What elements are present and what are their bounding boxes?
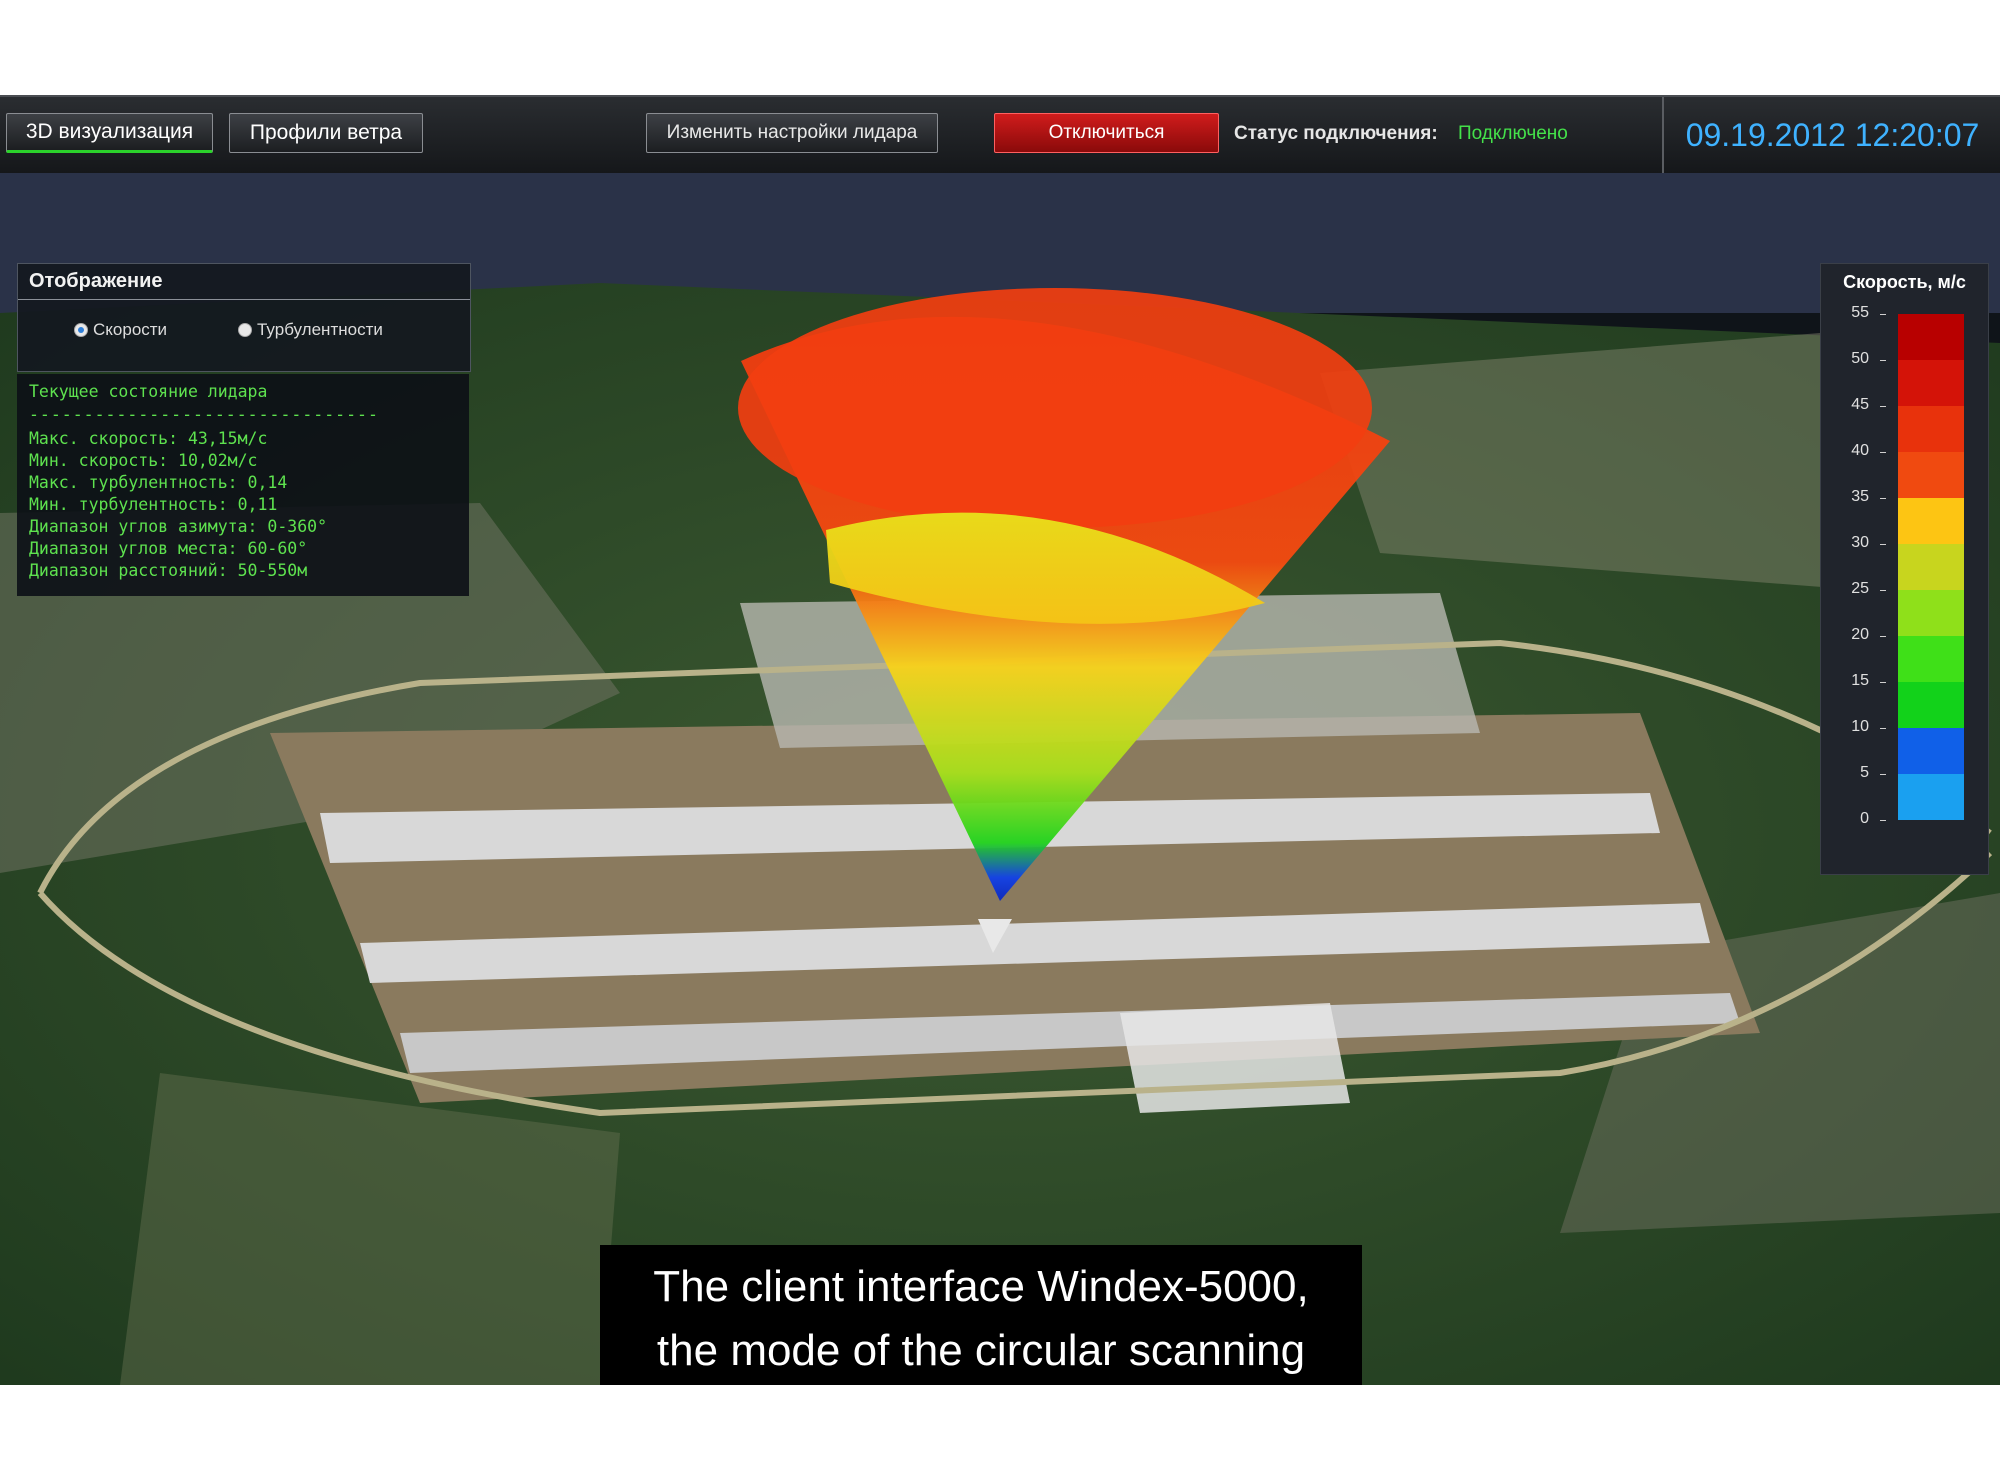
scan-cone-top <box>738 288 1372 528</box>
disconnect-button[interactable]: Отключиться <box>994 113 1219 153</box>
radio-turbulence[interactable]: Турбулентности <box>238 320 383 340</box>
radio-selected-icon[interactable] <box>74 323 88 337</box>
speed-color-legend: Скорость, м/с 55 50 45 40 35 30 25 20 15 10 5 0 <box>1820 263 1989 875</box>
legend-tick-label: 30 <box>1851 534 1869 551</box>
lidar-azimuth-range: Диапазон углов азимута: 0-360° <box>29 517 328 536</box>
legend-color-segment <box>1898 682 1964 728</box>
radio-unselected-icon[interactable] <box>238 323 252 337</box>
legend-tick-label: 55 <box>1851 304 1869 321</box>
legend-color-segment <box>1898 498 1964 544</box>
caption-line-2: the mode of the circular scanning <box>656 1326 1306 1375</box>
toolbar-divider <box>1662 97 1664 173</box>
lidar-status-panel: Текущее состояние лидара ---------------… <box>17 374 469 596</box>
display-mode-panel: Отображение Скорости Турбулентности <box>17 263 471 372</box>
legend-color-segment <box>1898 360 1964 406</box>
lidar-status-divider: -------------------------------- <box>29 405 379 424</box>
legend-tick-mark <box>1880 314 1886 315</box>
lidar-distance-range: Диапазон расстояний: 50-550м <box>29 561 308 580</box>
legend-tick-label: 5 <box>1860 764 1869 781</box>
panel-divider <box>18 299 470 300</box>
lidar-status-lines: Макс. скорость: 43,15м/с Мин. скорость: … <box>29 428 327 582</box>
tab-wind-profiles[interactable]: Профили ветра <box>229 113 423 153</box>
radio-turbulence-label: Турбулентности <box>257 320 383 339</box>
datetime-display: 09.19.2012 12:20:07 <box>1685 116 1980 153</box>
lidar-min-speed: Мин. скорость: 10,02м/с <box>29 451 258 470</box>
legend-tick-mark <box>1880 406 1886 407</box>
legend-tick-label: 40 <box>1851 442 1869 459</box>
legend-tick-mark <box>1880 452 1886 453</box>
legend-color-segment <box>1898 728 1964 774</box>
urban-area <box>1320 333 1900 593</box>
legend-tick-mark <box>1880 590 1886 591</box>
legend-color-segment <box>1898 636 1964 682</box>
legend-tick-mark <box>1880 544 1886 545</box>
legend-tick-label: 10 <box>1851 718 1869 735</box>
legend-tick-mark <box>1880 728 1886 729</box>
legend-tick-label: 20 <box>1851 626 1869 643</box>
3d-scene-viewport[interactable]: Отображение Скорости Турбулентности Теку… <box>0 173 2000 1385</box>
legend-tick-mark <box>1880 636 1886 637</box>
change-lidar-settings-button[interactable]: Изменить настройки лидара <box>646 113 938 153</box>
caption-box: The client interface Windex-5000, the mo… <box>600 1245 1362 1385</box>
legend-color-segment <box>1898 452 1964 498</box>
lidar-max-turbulence: Макс. турбулентность: 0,14 <box>29 473 288 492</box>
legend-title: Скорость, м/с <box>1843 272 1966 292</box>
legend-tick-mark <box>1880 360 1886 361</box>
legend-tick-mark <box>1880 820 1886 821</box>
legend-color-segment <box>1898 774 1964 820</box>
lidar-max-speed: Макс. скорость: 43,15м/с <box>29 429 268 448</box>
lidar-min-turbulence: Мин. турбулентность: 0,11 <box>29 495 278 514</box>
legend-color-segment <box>1898 590 1964 636</box>
legend-tick-label: 35 <box>1851 488 1869 505</box>
connection-status-value: Подключено <box>1458 123 1568 144</box>
legend-color-segment <box>1898 406 1964 452</box>
legend-tick-label: 45 <box>1851 396 1869 413</box>
legend-tick-label: 50 <box>1851 350 1869 367</box>
lidar-status-title: Текущее состояние лидара <box>29 382 268 401</box>
caption-line-1: The client interface Windex-5000, <box>653 1262 1309 1311</box>
legend-tick-label: 25 <box>1851 580 1869 597</box>
legend-tick-label: 0 <box>1860 810 1869 827</box>
legend-color-segment <box>1898 544 1964 590</box>
legend-tick-mark <box>1880 774 1886 775</box>
top-toolbar: 3D визуализация Профили ветра Изменить н… <box>0 95 2000 175</box>
connection-status-label: Статус подключения: <box>1234 123 1438 144</box>
legend-color-segment <box>1898 314 1964 360</box>
radio-speeds-label: Скорости <box>93 320 168 339</box>
legend-tick-mark <box>1880 498 1886 499</box>
legend-tick-mark <box>1880 682 1886 683</box>
apron <box>1120 1003 1350 1113</box>
radio-speeds[interactable]: Скорости <box>74 320 167 340</box>
lidar-client-window: 3D визуализация Профили ветра Изменить н… <box>0 95 2000 1385</box>
legend-tick-label: 15 <box>1851 672 1869 689</box>
display-panel-title: Отображение <box>29 270 163 292</box>
tab-3d-visualization[interactable]: 3D визуализация <box>6 113 213 153</box>
lidar-elevation-range: Диапазон углов места: 60-60° <box>29 539 308 558</box>
